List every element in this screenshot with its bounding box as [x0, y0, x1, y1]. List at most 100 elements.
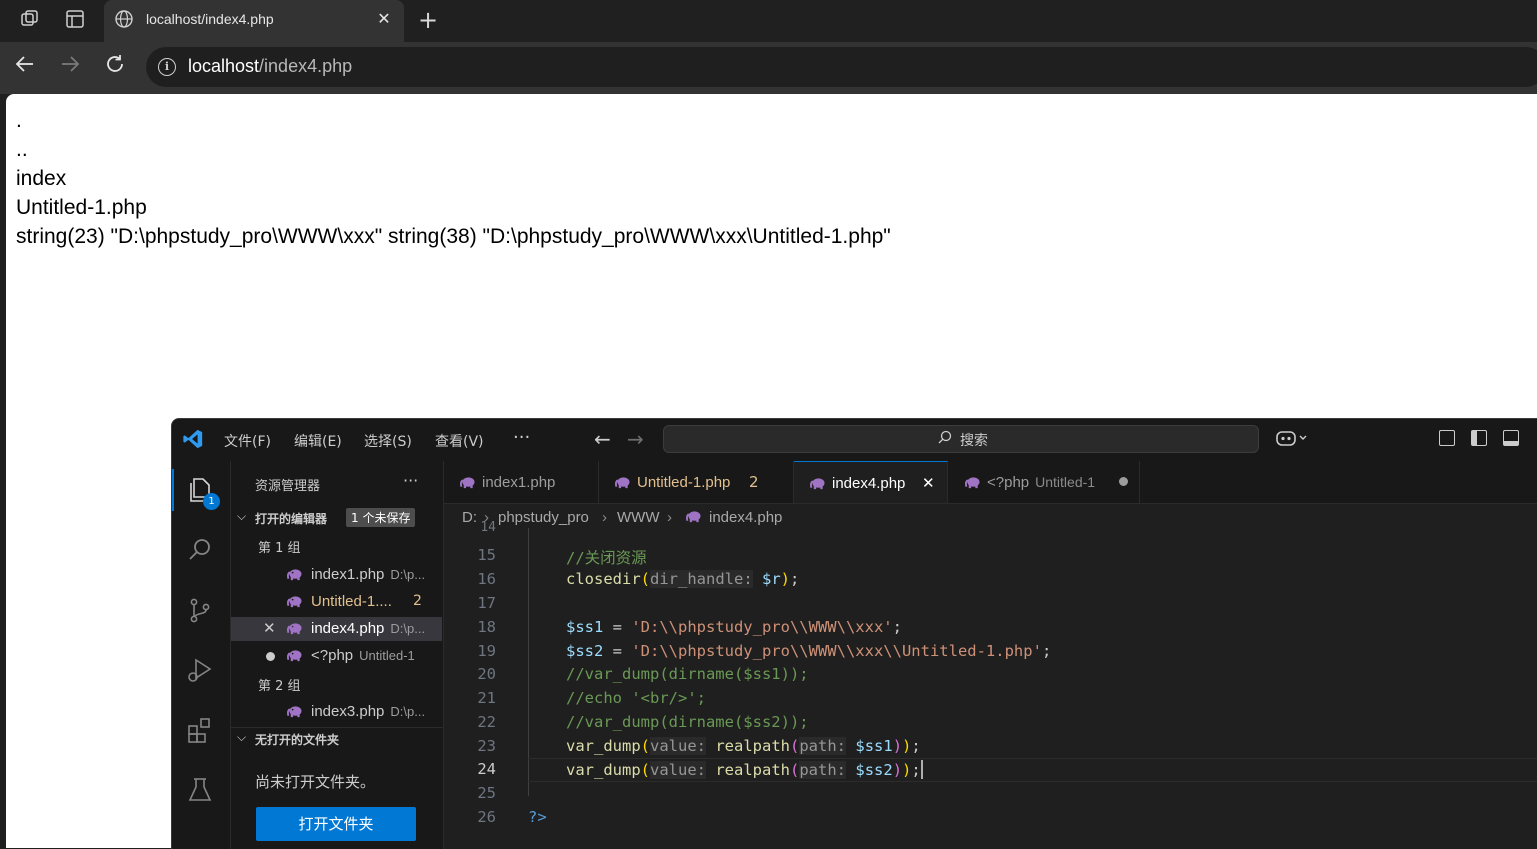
- browser-tab-strip: localhost/index4.php ✕ +: [0, 0, 1537, 42]
- tab-untitled-1[interactable]: Untitled-1.php 2: [599, 461, 794, 503]
- close-editor-icon[interactable]: ✕: [263, 619, 276, 637]
- vscode-window: 文件(F) 编辑(E) 选择(S) 查看(V) ··· ← → 搜索 1 资源管…: [171, 418, 1537, 849]
- source-control-icon[interactable]: [185, 595, 215, 625]
- unsaved-dot-icon[interactable]: [1119, 477, 1128, 486]
- code-editor[interactable]: 14 15 16 17 18 19 20 21 22 23 24 25 26 /…: [444, 520, 1537, 849]
- toggle-sidebar-icon[interactable]: [1471, 430, 1487, 446]
- tab-actions-icon[interactable]: [62, 8, 88, 34]
- line-number: 19: [477, 642, 496, 660]
- no-folder-label: 无打开的文件夹: [255, 733, 340, 747]
- open-editors-header[interactable]: ⌵ 打开的编辑器 1 个未保存: [231, 507, 443, 529]
- back-button[interactable]: [10, 53, 40, 83]
- open-editor-item-selected[interactable]: ✕ index4.php D:\p...: [231, 617, 442, 641]
- browser-toolbar: i localhost/index4.php: [0, 42, 1537, 94]
- line-number: 22: [477, 713, 496, 731]
- text-cursor: [920, 760, 923, 779]
- line-number: 20: [477, 665, 496, 683]
- url-text: localhost/index4.php: [188, 56, 353, 76]
- open-editor-item[interactable]: index3.php D:\p...: [231, 700, 442, 724]
- php-elephant-icon: [615, 477, 630, 489]
- menu-more[interactable]: ···: [513, 427, 530, 448]
- refresh-button[interactable]: [100, 53, 130, 83]
- close-tab-icon[interactable]: ✕: [922, 474, 935, 492]
- nav-forward-icon[interactable]: →: [627, 427, 644, 451]
- close-tab-icon[interactable]: ✕: [374, 9, 394, 28]
- explorer-icon[interactable]: 1: [172, 469, 220, 511]
- menu-file[interactable]: 文件(F): [224, 431, 271, 451]
- menu-selection[interactable]: 选择(S): [364, 431, 412, 451]
- tab-label: <?php Untitled-1: [987, 474, 1096, 491]
- open-editor-item[interactable]: Untitled-1.... 2: [231, 590, 442, 614]
- line-number: 16: [477, 570, 496, 588]
- tab-label: Untitled-1.php: [637, 474, 731, 491]
- explorer-badge: 1: [203, 493, 220, 510]
- tab-index1[interactable]: index1.php: [444, 461, 599, 503]
- tab-problem-count: 2: [749, 473, 759, 491]
- php-elephant-icon: [287, 569, 302, 581]
- breadcrumb-folder[interactable]: phpstudy_pro: [498, 509, 589, 526]
- line-number: 23: [477, 737, 496, 755]
- menu-edit[interactable]: 编辑(E): [294, 431, 342, 451]
- no-folder-message: 尚未打开文件夹。: [255, 773, 376, 791]
- extensions-icon[interactable]: [185, 715, 215, 745]
- toggle-panel-icon[interactable]: [1503, 430, 1519, 446]
- code-line-23: var_dump(value: realpath(path: $ss1));: [566, 737, 921, 755]
- nav-back-icon[interactable]: ←: [594, 427, 611, 451]
- address-bar[interactable]: i localhost/index4.php: [146, 47, 1537, 87]
- code-line-18: $ss1 = 'D:\\phpstudy_pro\\WWW\\xxx';: [566, 618, 902, 636]
- explorer-more-button[interactable]: ···: [403, 471, 418, 490]
- testing-icon[interactable]: [185, 775, 215, 805]
- open-folder-button[interactable]: 打开文件夹: [256, 807, 416, 841]
- code-line-24: var_dump(value: realpath(path: $ss2));: [566, 760, 923, 779]
- breadcrumb-folder[interactable]: WWW: [617, 509, 659, 526]
- activity-bar: 1: [172, 461, 231, 849]
- open-editors-label: 打开的编辑器: [255, 512, 328, 526]
- php-elephant-icon: [965, 477, 980, 489]
- breadcrumb-file[interactable]: index4.php: [709, 509, 782, 526]
- code-line-26: ?>: [528, 808, 547, 826]
- new-tab-button[interactable]: +: [414, 6, 442, 34]
- open-editor-item[interactable]: <?php Untitled-1: [231, 644, 442, 668]
- unsaved-dot-icon: [266, 652, 275, 661]
- vscode-logo-icon: [183, 429, 203, 449]
- site-info-icon[interactable]: i: [158, 58, 176, 76]
- chevron-down-icon: ⌵: [237, 730, 247, 744]
- file-name: <?php Untitled-1: [311, 647, 415, 664]
- browser-tab-active[interactable]: localhost/index4.php ✕: [104, 0, 404, 42]
- no-folder-header[interactable]: ⌵ 无打开的文件夹: [231, 727, 443, 750]
- line-number: 21: [477, 689, 496, 707]
- tab-label: index4.php: [832, 475, 906, 492]
- file-name: index1.php D:\p...: [311, 566, 426, 583]
- customize-layout-icon[interactable]: [1439, 430, 1455, 446]
- forward-button[interactable]: [55, 53, 85, 83]
- search-placeholder: 搜索: [960, 433, 988, 449]
- code-line-16: closedir(dir_handle: $r);: [566, 570, 800, 588]
- chevron-right-icon: ›: [667, 509, 672, 526]
- php-elephant-icon: [287, 596, 302, 608]
- php-elephant-icon: [287, 650, 302, 662]
- line-number: 25: [477, 784, 496, 802]
- run-debug-icon[interactable]: [185, 655, 215, 685]
- code-line-19: $ss2 = 'D:\\phpstudy_pro\\WWW\\xxx\\Unti…: [566, 642, 1052, 660]
- explorer-title: 资源管理器: [255, 479, 321, 494]
- line-number: 17: [477, 594, 496, 612]
- php-elephant-icon: [460, 477, 475, 489]
- php-elephant-icon: [810, 478, 825, 490]
- php-elephant-icon: [686, 511, 701, 523]
- command-center-search[interactable]: 搜索: [663, 425, 1259, 453]
- output-line: ..: [16, 138, 28, 161]
- workspaces-icon[interactable]: [17, 8, 43, 34]
- open-editor-item[interactable]: index1.php D:\p...: [231, 563, 442, 587]
- output-line: string(23) "D:\phpstudy_pro\WWW\xxx" str…: [16, 225, 891, 248]
- copilot-icon[interactable]: [1276, 429, 1310, 451]
- file-name: index3.php D:\p...: [311, 703, 426, 720]
- editor-tabs: index1.php Untitled-1.php 2 index4.php ✕…: [444, 461, 1537, 504]
- tab-untitled-php[interactable]: <?php Untitled-1: [949, 461, 1140, 503]
- chevron-down-icon: ⌵: [237, 509, 247, 523]
- line-number: 15: [477, 546, 496, 564]
- menu-view[interactable]: 查看(V): [435, 431, 484, 451]
- tab-index4-active[interactable]: index4.php ✕: [794, 461, 948, 503]
- explorer-sidebar: 资源管理器 ··· ⌵ 打开的编辑器 1 个未保存 第 1 组 index1.p…: [231, 461, 444, 849]
- page-output: . .. index Untitled-1.php string(23) "D:…: [16, 106, 891, 251]
- search-view-icon[interactable]: [185, 535, 215, 565]
